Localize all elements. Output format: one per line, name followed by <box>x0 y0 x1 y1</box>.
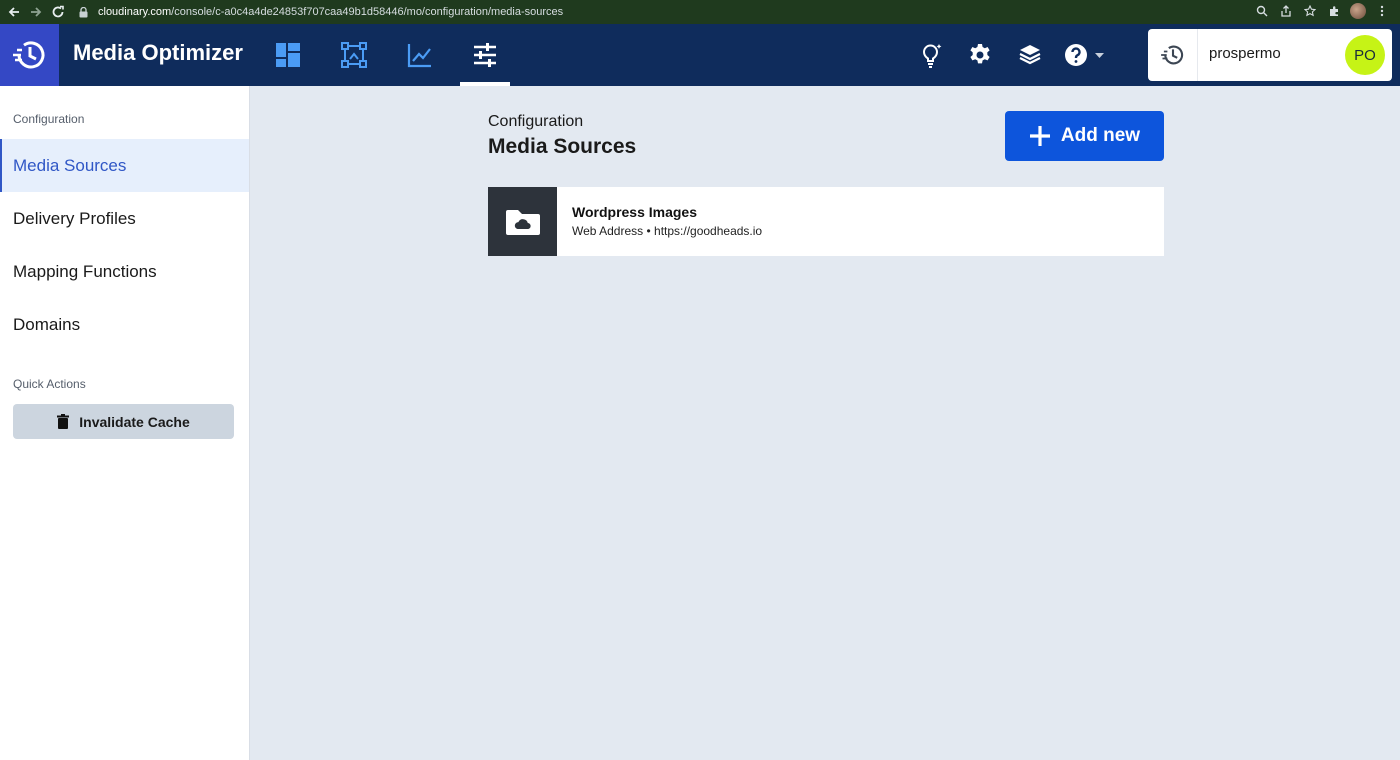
avatar[interactable]: PO <box>1345 35 1385 75</box>
top-nav <box>255 24 516 86</box>
profile-icon[interactable] <box>1350 3 1366 19</box>
media-source-card[interactable]: Wordpress Images Web Address • https://g… <box>488 187 1164 256</box>
cloud-folder-icon <box>488 187 557 256</box>
add-new-button[interactable]: Add new <box>1005 111 1164 161</box>
share-icon[interactable] <box>1278 3 1294 19</box>
help-icon <box>1065 44 1104 66</box>
url-text: cloudinary.com/console/c-a0c4a4de24853f7… <box>98 6 563 18</box>
browser-actions <box>1254 3 1390 19</box>
tab-analytics[interactable] <box>387 24 453 86</box>
reload-icon[interactable] <box>47 0 69 24</box>
sidebar-item-delivery-profiles[interactable]: Delivery Profiles <box>0 192 249 245</box>
sidebar-item-mapping-functions[interactable]: Mapping Functions <box>0 245 249 298</box>
invalidate-cache-label: Invalidate Cache <box>79 413 190 430</box>
settings-button[interactable] <box>955 24 1005 86</box>
lock-icon <box>76 5 90 19</box>
url-path: /console/c-a0c4a4de24853f707caa49b1d5844… <box>171 6 564 18</box>
star-icon[interactable] <box>1302 3 1318 19</box>
breadcrumb: Configuration <box>488 113 584 130</box>
analytics-icon <box>407 44 431 68</box>
forward-arrow-icon[interactable] <box>25 0 47 24</box>
menu-dots-icon[interactable] <box>1374 3 1390 19</box>
app-header: Media Optimizer prospermo PO <box>0 24 1400 86</box>
zoom-icon[interactable] <box>1254 3 1270 19</box>
tips-icon <box>922 44 942 68</box>
media-source-name: Wordpress Images <box>572 204 698 220</box>
tab-transform[interactable] <box>321 24 387 86</box>
tips-button[interactable] <box>905 24 955 86</box>
sidebar-section-quick-actions: Quick Actions <box>13 377 86 391</box>
user-menu[interactable]: prospermo PO <box>1148 29 1392 81</box>
user-name: prospermo <box>1209 45 1281 62</box>
address-bar[interactable]: cloudinary.com/console/c-a0c4a4de24853f7… <box>76 2 1376 22</box>
transform-icon <box>341 42 367 68</box>
plus-icon <box>1029 125 1051 147</box>
sidebar-item-domains[interactable]: Domains <box>0 298 249 351</box>
settings-icon <box>970 44 990 64</box>
page-title: Media Sources <box>488 135 637 158</box>
sidebar-item-media-sources[interactable]: Media Sources <box>0 139 249 192</box>
media-optimizer-logo[interactable] <box>0 24 59 86</box>
academy-icon <box>1019 45 1041 65</box>
browser-toolbar: cloudinary.com/console/c-a0c4a4de24853f7… <box>0 0 1400 24</box>
add-new-label: Add new <box>1060 125 1141 146</box>
tab-dashboard[interactable] <box>255 24 321 86</box>
product-switcher-icon[interactable] <box>1148 29 1198 81</box>
sidebar-section-configuration: Configuration <box>13 112 85 126</box>
dashboard-icon <box>276 43 300 67</box>
help-button[interactable] <box>1055 24 1115 86</box>
tab-configuration[interactable] <box>454 24 516 86</box>
sidebar: Configuration Media Sources Delivery Pro… <box>0 86 250 760</box>
media-optimizer-logo-icon <box>12 41 44 69</box>
url-host: cloudinary.com <box>98 6 172 18</box>
trash-icon <box>57 414 70 429</box>
media-source-meta: Web Address • https://goodheads.io <box>572 224 763 238</box>
academy-button[interactable] <box>1005 24 1055 86</box>
app-title: Media Optimizer <box>73 40 243 65</box>
back-arrow-icon[interactable] <box>3 0 25 24</box>
extensions-icon[interactable] <box>1326 3 1342 19</box>
configuration-icon <box>474 43 496 67</box>
invalidate-cache-button[interactable]: Invalidate Cache <box>13 404 234 439</box>
header-actions <box>905 24 1115 86</box>
